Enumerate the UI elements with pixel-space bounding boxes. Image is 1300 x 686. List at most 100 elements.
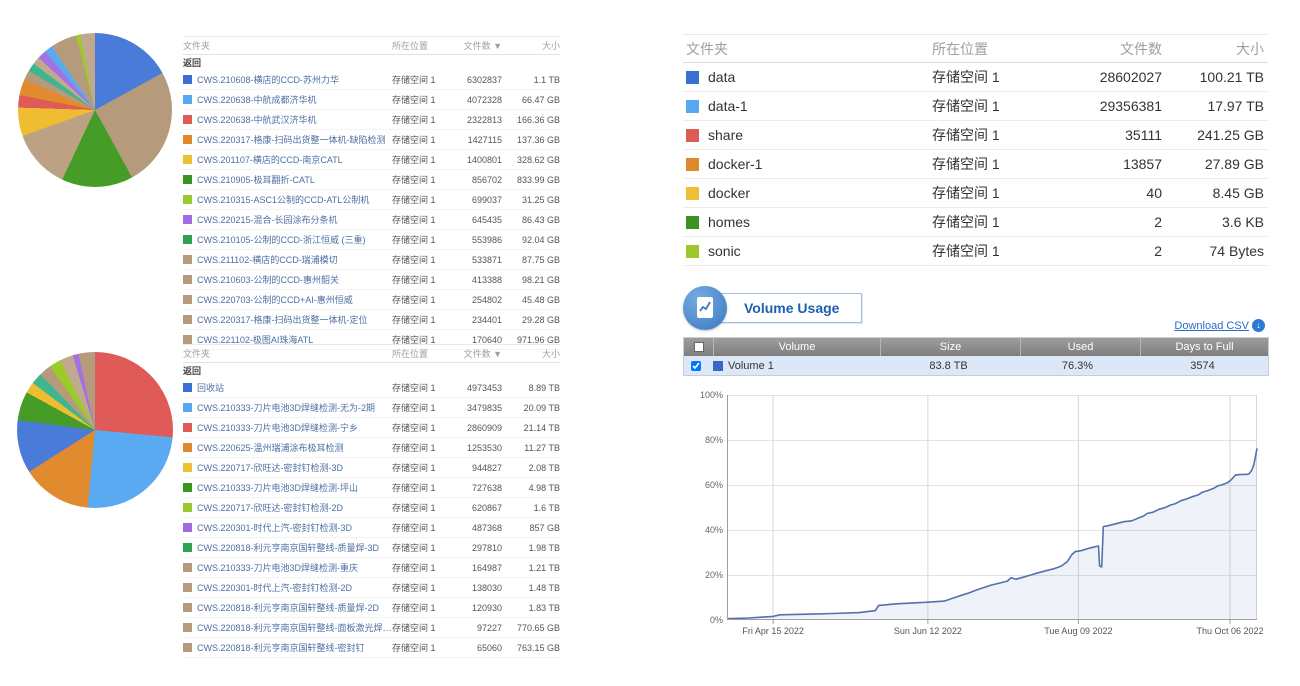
table-row: CWS.210608-横店的CCD-苏州力华 存储空间 1 6302837 1.… xyxy=(183,70,560,90)
folder-location: 存储空间 1 xyxy=(932,212,1042,232)
folder-color-swatch xyxy=(183,423,192,432)
folder-size: 27.89 GB xyxy=(1162,156,1268,172)
folder-color-swatch xyxy=(183,643,192,652)
table-row: CWS.220818-利元亨南京国轩整线-质量焊-2D 存储空间 1 12093… xyxy=(183,598,560,618)
folder-file-count: 2860909 xyxy=(447,423,502,433)
table-row: CWS.220717-欣旺达-密封钉检测-3D 存储空间 1 944827 2.… xyxy=(183,458,560,478)
download-csv-link[interactable]: Download CSV xyxy=(1174,320,1249,332)
folder-color-swatch xyxy=(183,335,192,344)
volume-size: 83.8 TB xyxy=(879,360,1018,372)
folder-name-link[interactable]: CWS.210905-极耳翻折-CATL xyxy=(197,173,392,186)
volume-name-cell: Volume 1 xyxy=(713,360,879,372)
folder-name-link[interactable]: docker xyxy=(708,185,932,201)
folder-location: 存储空间 1 xyxy=(392,213,447,226)
folder-name-link[interactable]: data xyxy=(708,69,932,85)
folder-color-swatch xyxy=(183,403,192,412)
folder-size: 763.15 GB xyxy=(502,643,560,653)
table-row: CWS.211102-横店的CCD-瑞浦模切 存储空间 1 533871 87.… xyxy=(183,250,560,270)
folder-name-link[interactable]: CWS.220717-欣旺达-密封钉检测-2D xyxy=(197,501,392,514)
select-all-checkbox[interactable] xyxy=(694,342,704,352)
table-header-row: 文件夹 所在位置 文件数 ▼ 大小 xyxy=(183,344,560,363)
column-header-size: 大小 xyxy=(502,39,560,52)
folder-size: 833.99 GB xyxy=(502,175,560,185)
download-icon[interactable]: ↓ xyxy=(1252,319,1265,332)
folder-name-link[interactable]: data-1 xyxy=(708,98,932,114)
folder-location: 存储空间 1 xyxy=(392,581,447,594)
folder-name-link[interactable]: docker-1 xyxy=(708,156,932,172)
folder-location: 存储空间 1 xyxy=(392,621,447,634)
folder-name-link[interactable]: CWS.220301-时代上汽-密封钉检测-2D xyxy=(197,581,392,594)
folder-location: 存储空间 1 xyxy=(392,541,447,554)
folder-name-link[interactable]: CWS.220818-利元亨南京国轩整线-面板激光焊接-... xyxy=(197,621,392,634)
folder-size: 8.89 TB xyxy=(502,383,560,393)
folder-color-swatch xyxy=(183,463,192,472)
column-header-filecount-sort[interactable]: 文件数 ▼ xyxy=(447,347,502,360)
table-row: 回收站 存储空间 1 4973453 8.89 TB xyxy=(183,378,560,398)
download-csv: Download CSV ↓ xyxy=(1174,319,1265,332)
folder-location: 存储空间 1 xyxy=(392,253,447,266)
folder-file-count: 4072328 xyxy=(447,95,502,105)
table-row: data 存储空间 1 28602027 100.21 TB xyxy=(683,63,1268,92)
folder-file-count: 3479835 xyxy=(447,403,502,413)
folder-name-link[interactable]: CWS.220717-欣旺达-密封钉检测-3D xyxy=(197,461,392,474)
folder-name-link[interactable]: share xyxy=(708,127,932,143)
folder-file-count: 97227 xyxy=(447,623,502,633)
folder-name-link[interactable]: CWS.210315-ASC1公制的CCD-ATL公制机 xyxy=(197,193,392,206)
folder-name-link[interactable]: CWS.210333-刀片电池3D焊缝检测-宁乡 xyxy=(197,421,392,434)
folder-name-link[interactable]: CWS.201107-横店的CCD-南京CATL xyxy=(197,153,392,166)
folder-name-link[interactable]: CWS.211102-横店的CCD-瑞浦模切 xyxy=(197,253,392,266)
table-row: CWS.201107-横店的CCD-南京CATL 存储空间 1 1400801 … xyxy=(183,150,560,170)
volume-checkbox[interactable] xyxy=(691,361,701,371)
table-row: CWS.210105-公制的CCD-浙江恒威 (三重) 存储空间 1 55398… xyxy=(183,230,560,250)
folder-name-link[interactable]: CWS.220818-利元亨南京国轩整线-质量焊-2D xyxy=(197,601,392,614)
folder-file-count: 1400801 xyxy=(447,155,502,165)
folder-color-swatch xyxy=(183,175,192,184)
usage-line-svg xyxy=(727,395,1257,620)
folder-name-link[interactable]: CWS.210333-刀片电池3D焊缝检测-重庆 xyxy=(197,561,392,574)
table-row: CWS.220818-利元亨南京国轩整线-面板激光焊接-... 存储空间 1 9… xyxy=(183,618,560,638)
back-link[interactable]: 返回 xyxy=(183,363,560,378)
folder-file-count: 2322813 xyxy=(447,115,502,125)
y-axis-tick-label: 0% xyxy=(683,615,723,625)
column-header-filecount-sort[interactable]: 文件数 ▼ xyxy=(447,39,502,52)
column-header-folder: 文件夹 xyxy=(683,39,932,59)
volume-summary-table: Volume Size Used Days to Full Volume 1 8… xyxy=(683,337,1269,376)
folder-name-link[interactable]: CWS.210333-刀片电池3D焊缝检测-坪山 xyxy=(197,481,392,494)
folder-file-count: 856702 xyxy=(447,175,502,185)
folder-location: 存储空间 1 xyxy=(932,183,1042,203)
folder-name-link[interactable]: CWS.210105-公制的CCD-浙江恒威 (三重) xyxy=(197,233,392,246)
folder-name-link[interactable]: 回收站 xyxy=(197,381,392,394)
folder-name-link[interactable]: CWS.220638-中航成都济华机 xyxy=(197,93,392,106)
folder-name-link[interactable]: homes xyxy=(708,214,932,230)
volume-row: Volume 1 83.8 TB 76.3% 3574 xyxy=(684,356,1268,375)
folder-location: 存储空间 1 xyxy=(392,601,447,614)
folder-location: 存储空间 1 xyxy=(392,441,447,454)
folder-name-link[interactable]: CWS.220625-温州瑞浦涂布极耳检测 xyxy=(197,441,392,454)
column-header-filecount: 文件数 xyxy=(1042,39,1162,59)
folder-location: 存储空间 1 xyxy=(392,113,447,126)
folder-name-link[interactable]: sonic xyxy=(708,243,932,259)
folder-name-link[interactable]: CWS.220818-利元亨南京国轩整线-质量焊-3D xyxy=(197,541,392,554)
folder-name-link[interactable]: CWS.220317-格康-扫码出货整一体机-缺陷检测 xyxy=(197,133,392,146)
folder-name-link[interactable]: CWS.220301-时代上汽-密封钉检测-3D xyxy=(197,521,392,534)
folder-name-link[interactable]: CWS.210608-横店的CCD-苏州力华 xyxy=(197,73,392,86)
folder-location: 存储空间 1 xyxy=(392,233,447,246)
folder-size: 2.08 TB xyxy=(502,463,560,473)
folder-name-link[interactable]: CWS.220317-格康-扫码出货整一体机-定位 xyxy=(197,313,392,326)
folder-color-swatch xyxy=(183,315,192,324)
folder-name-link[interactable]: CWS.220638-中航武汉济华机 xyxy=(197,113,392,126)
y-axis-tick-label: 80% xyxy=(683,435,723,445)
folder-size-pie-chart-top xyxy=(18,33,172,187)
folder-size: 29.28 GB xyxy=(502,315,560,325)
folder-color-swatch xyxy=(183,523,192,532)
back-link[interactable]: 返回 xyxy=(183,55,560,70)
folder-location: 存储空间 1 xyxy=(392,133,447,146)
folder-size: 87.75 GB xyxy=(502,255,560,265)
folder-name-link[interactable]: CWS.220215-混合-长园涂布分条机 xyxy=(197,213,392,226)
folder-color-swatch xyxy=(183,215,192,224)
table-body: 回收站 存储空间 1 4973453 8.89 TB CWS.210333-刀片… xyxy=(183,378,560,658)
folder-name-link[interactable]: CWS.210603-公制的CCD-惠州韶关 xyxy=(197,273,392,286)
folder-name-link[interactable]: CWS.220703-公制的CCD+AI-惠州恒威 xyxy=(197,293,392,306)
folder-name-link[interactable]: CWS.220818-利元亨南京国轩整线-密封钉 xyxy=(197,641,392,654)
folder-name-link[interactable]: CWS.210333-刀片电池3D焊缝检测-无为-2期 xyxy=(197,401,392,414)
